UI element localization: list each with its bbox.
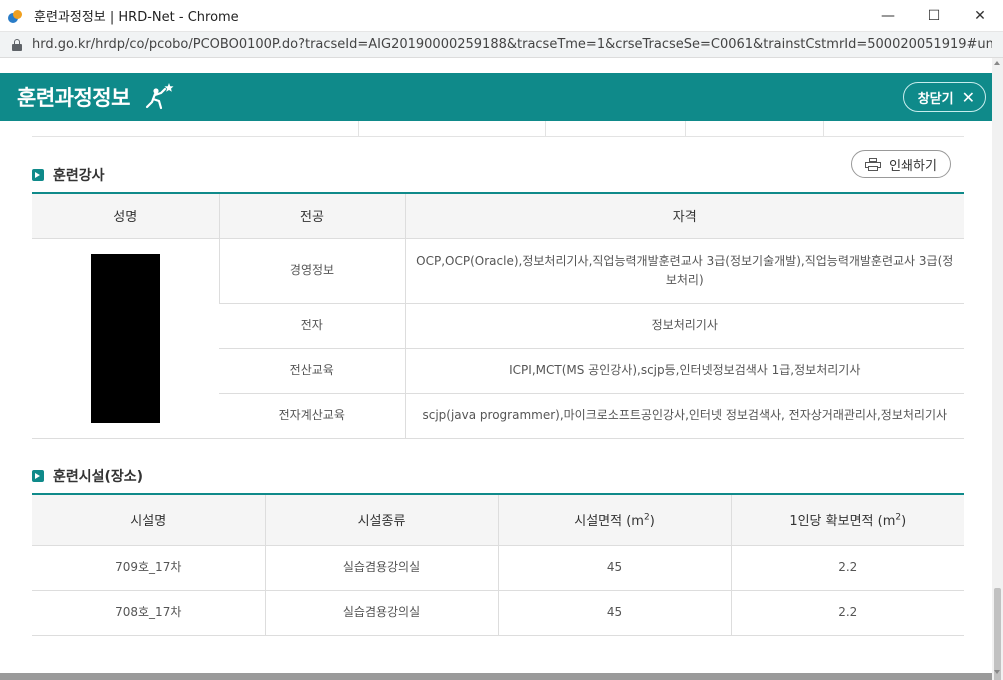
facility-area-cell: 45 [497, 545, 731, 591]
scroll-up-arrow-icon[interactable] [994, 61, 1000, 65]
area-per-person-cell: 2.2 [730, 545, 964, 591]
table-header-row: 시설명 시설종류 시설면적 (m2) 1인당 확보면적 (m2) [32, 494, 964, 546]
facility-type-cell: 실습겸용강의실 [264, 590, 498, 636]
qualification-cell: 정보처리기사 [404, 303, 964, 349]
table-header-row: 성명 전공 자격 [32, 193, 964, 239]
column-header-facility-type: 시설종류 [264, 494, 498, 546]
scrollbar-thumb[interactable] [994, 588, 1001, 680]
popup-content: 훈련강사 인쇄하기 성명 전공 자격 경영정보 OCP,OCP(Oracle),… [0, 121, 992, 673]
column-header-name: 성명 [32, 193, 219, 239]
column-header-facility-name: 시설명 [32, 494, 265, 546]
major-cell: 전산교육 [219, 348, 405, 394]
maximize-button[interactable]: ☐ [911, 0, 957, 32]
printer-icon [865, 157, 882, 171]
close-icon: ✕ [961, 87, 975, 107]
table-row: 709호_17차 실습겸용강의실 45 2.2 [32, 545, 964, 591]
area-per-person-cell: 2.2 [730, 590, 964, 636]
section-bullet-icon [32, 169, 44, 181]
print-button[interactable]: 인쇄하기 [851, 150, 951, 178]
lock-icon[interactable] [12, 38, 22, 51]
popup-header: 훈련과정정보 창닫기 ✕ [0, 73, 992, 121]
qualification-cell: scjp(java programmer),마이크로소프트공인강사,인터넷 정보… [404, 393, 964, 439]
hrd-net-app-icon [8, 8, 24, 24]
column-header-facility-area: 시설면적 (m2) [497, 494, 731, 546]
table-row: 708호_17차 실습겸용강의실 45 2.2 [32, 590, 964, 636]
instructors-section-title: 훈련강사 [32, 165, 105, 185]
window-title: 훈련과정정보 | HRD-Net - Chrome [34, 10, 239, 25]
column-header-qualification: 자격 [404, 193, 964, 239]
facility-type-cell: 실습겸용강의실 [264, 545, 498, 591]
window-controls: — ☐ ✕ [865, 0, 1003, 32]
table-row: 경영정보 OCP,OCP(Oracle),정보처리기사,직업능력개발훈련교사 3… [32, 238, 964, 439]
close-window-button[interactable]: ✕ [957, 0, 1003, 32]
facilities-table: 시설명 시설종류 시설면적 (m2) 1인당 확보면적 (m2) 709호_17… [32, 493, 964, 636]
column-header-major: 전공 [218, 193, 405, 239]
qualification-cell: OCP,OCP(Oracle),정보처리기사,직업능력개발훈련교사 3급(정보기… [404, 238, 964, 304]
running-person-logo-icon [142, 82, 176, 112]
page-title: 훈련과정정보 [17, 86, 130, 110]
close-popup-button[interactable]: 창닫기 ✕ [902, 82, 986, 112]
major-cell: 경영정보 [218, 238, 405, 304]
column-header-area-per-person: 1인당 확보면적 (m2) [730, 494, 964, 546]
qualification-cell: ICPI,MCT(MS 공인강사),scjp등,인터넷정보검색사 1급,정보처리… [404, 348, 964, 394]
window-bottom-edge [0, 673, 992, 680]
section-bullet-icon [32, 470, 44, 482]
facilities-section-title: 훈련시설(장소) [32, 466, 143, 486]
window-title-bar: 훈련과정정보 | HRD-Net - Chrome — ☐ ✕ [0, 0, 1003, 32]
redacted-name-block [90, 253, 160, 423]
address-bar[interactable]: hrd.go.kr/hrdp/co/pcobo/PCOBO0100P.do?tr… [0, 32, 1003, 58]
instructors-table: 성명 전공 자격 경영정보 OCP,OCP(Oracle),정보처리기사,직업능… [32, 192, 964, 439]
close-popup-label: 창닫기 [917, 91, 954, 107]
major-cell: 전자계산교육 [219, 393, 405, 439]
major-cell: 전자 [219, 303, 405, 349]
minimize-button[interactable]: — [865, 0, 911, 32]
facility-name-cell: 709호_17차 [32, 545, 265, 591]
previous-table-stub [32, 121, 964, 137]
instructor-name-cell [32, 238, 219, 439]
vertical-scrollbar[interactable] [992, 58, 1003, 680]
facility-area-cell: 45 [497, 590, 731, 636]
url-text[interactable]: hrd.go.kr/hrdp/co/pcobo/PCOBO0100P.do?tr… [32, 37, 992, 52]
scroll-down-arrow-icon[interactable] [994, 670, 1000, 674]
facility-name-cell: 708호_17차 [32, 590, 265, 636]
print-label: 인쇄하기 [889, 158, 937, 174]
